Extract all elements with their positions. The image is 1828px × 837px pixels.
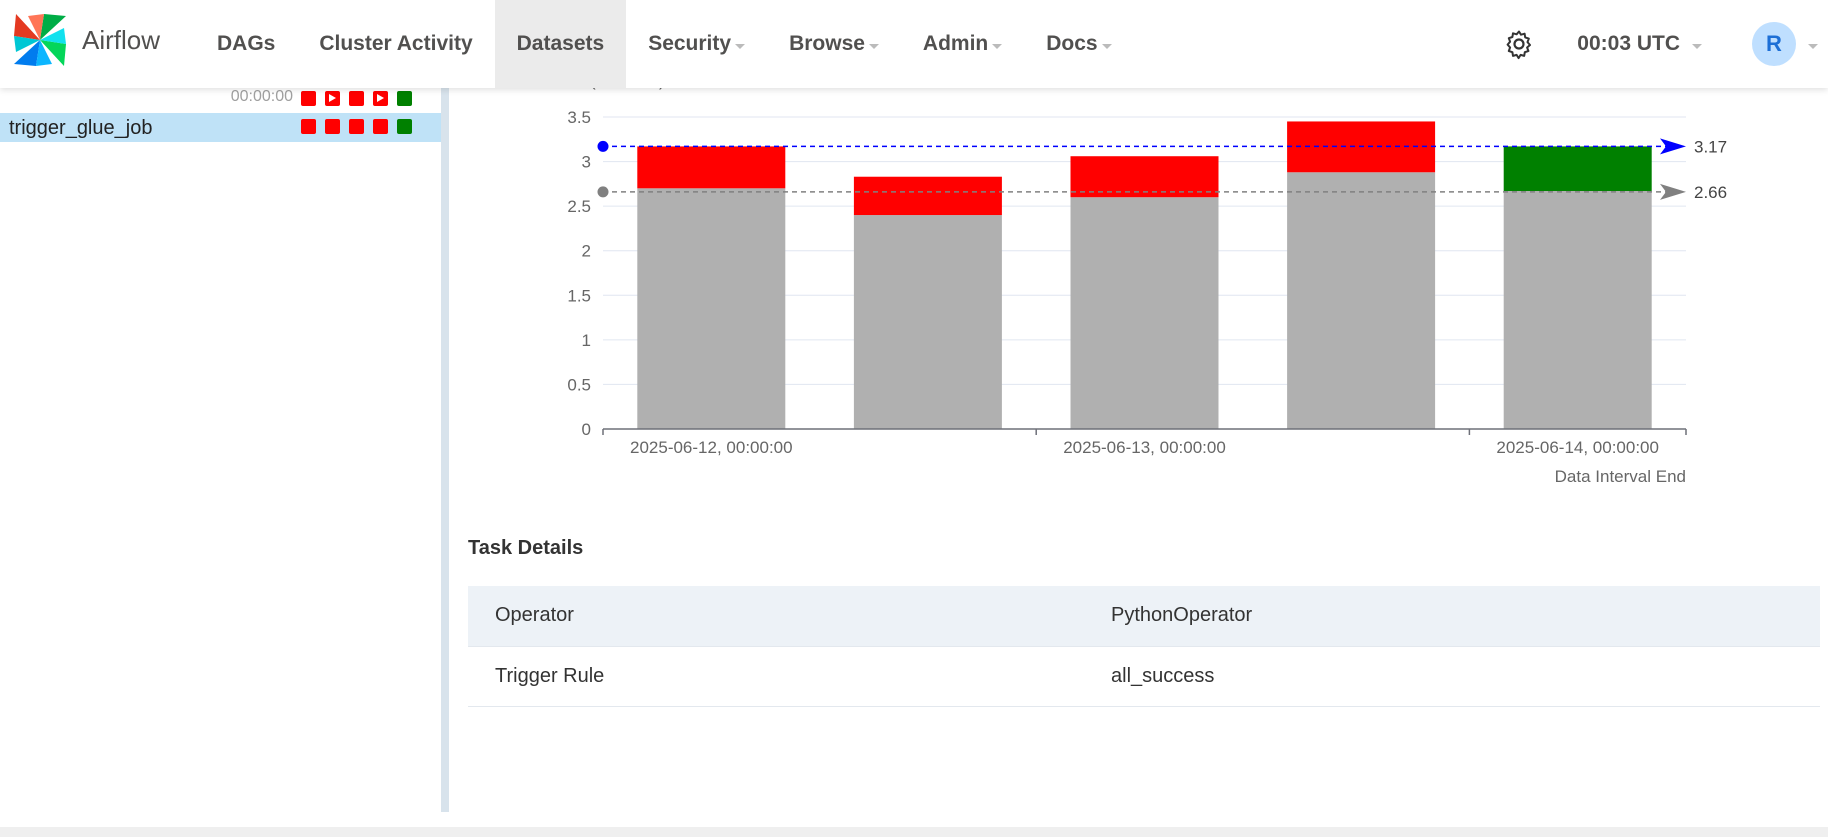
main-nav: DAGs Cluster Activity Datasets Security Brow… [195, 0, 1134, 88]
y-tick-label: 0.5 [567, 375, 591, 394]
nav-cluster-activity[interactable]: Cluster Activity [297, 0, 494, 88]
task-row-trigger-glue-job[interactable]: trigger_glue_job [0, 113, 441, 142]
task-details-table: Operator PythonOperator Trigger Rule all_su… [468, 586, 1820, 707]
bar-queued [1070, 197, 1219, 429]
bar-run [1070, 156, 1219, 198]
table-row: Trigger Rule all_success [468, 646, 1820, 707]
x-axis-label: Data Interval End [1555, 467, 1686, 486]
reference-start-dot [597, 140, 609, 152]
detail-key: Operator [468, 586, 1084, 647]
x-tick-label: 2025-06-13, 00:00:00 [1063, 438, 1226, 457]
task-instance-success[interactable] [397, 119, 412, 134]
y-tick-label: 3 [582, 153, 591, 172]
nav-label: Security [648, 32, 732, 55]
nav-label: Cluster Activity [319, 32, 473, 55]
bar-queued [1287, 172, 1436, 430]
table-row: Operator PythonOperator [468, 586, 1820, 647]
bar-run [1503, 146, 1652, 191]
nav-security[interactable]: Security [626, 0, 767, 88]
bar-run [853, 176, 1002, 216]
task-instance-failed[interactable] [301, 119, 316, 134]
bar-run [637, 146, 786, 189]
chevron-down-icon [1692, 43, 1702, 49]
y-tick-label: 3.5 [567, 108, 591, 127]
play-icon [329, 94, 336, 102]
task-instance-failed[interactable] [349, 91, 364, 106]
x-tick-label: 2025-06-14, 00:00:00 [1496, 438, 1659, 457]
airflow-pinwheel-icon [14, 14, 66, 66]
user-menu[interactable]: R [1752, 22, 1818, 66]
chevron-down-icon [868, 43, 879, 49]
reference-line-label: 2.66 [1694, 183, 1727, 202]
task-instance-failed[interactable] [373, 119, 388, 134]
y-tick-label: 2.5 [567, 197, 591, 216]
nav-label: Admin [922, 32, 989, 55]
chevron-down-icon [1101, 43, 1112, 49]
chevron-down-icon [735, 43, 746, 49]
reference-line-label: 3.17 [1694, 137, 1727, 156]
grid-tree-panel: 00:00:00 trigger_glue_job [0, 88, 441, 812]
y-tick-label: 1.5 [567, 286, 591, 305]
panel-resize-handle[interactable] [441, 88, 449, 812]
task-duration-chart: Duration (seconds) 0 0.5 1 1.5 2 2.5 3 3.5 2025-0… [521, 88, 1727, 486]
clock-time: 00:03 UTC [1577, 32, 1680, 55]
task-detail-panel: Duration (seconds) 0 0.5 1 1.5 2 2.5 3 3.5 2025-0… [449, 88, 1828, 812]
avatar: R [1752, 22, 1796, 66]
nav-browse[interactable]: Browse [767, 0, 901, 88]
reference-start-dot [597, 186, 609, 198]
y-tick-label: 1 [582, 331, 591, 350]
bar-queued [637, 188, 786, 429]
task-instance-success[interactable] [397, 91, 412, 106]
chevron-down-icon [1808, 43, 1818, 49]
task-instance-failed[interactable] [325, 119, 340, 134]
task-instance-upstream_failed[interactable] [325, 91, 340, 106]
detail-value: all_success [1084, 646, 1820, 707]
y-tick-label: 2 [582, 242, 591, 261]
play-icon [377, 94, 384, 102]
task-details-title: Task Details [468, 537, 584, 559]
nav-admin[interactable]: Admin [901, 0, 1024, 88]
chevron-down-icon [992, 43, 1003, 49]
brand-logo-link[interactable]: Airflow [12, 12, 160, 68]
task-name: trigger_glue_job [9, 117, 153, 139]
nav-label: Browse [789, 32, 865, 55]
y-axis-label: Duration (seconds) [521, 88, 665, 90]
detail-value: PythonOperator [1084, 586, 1820, 647]
x-tick-label: 2025-06-12, 00:00:00 [630, 438, 793, 457]
arrow-right-icon [1660, 183, 1686, 200]
nav-label: Docs [1046, 32, 1098, 55]
task-instance-failed[interactable] [301, 91, 316, 106]
run-time-label: 00:00:00 [230, 88, 293, 105]
task-instance-failed[interactable] [349, 119, 364, 134]
bar-queued [853, 215, 1002, 429]
detail-key: Trigger Rule [468, 646, 1084, 707]
nav-dags[interactable]: DAGs [195, 0, 297, 88]
top-navbar: Airflow DAGs Cluster Activity Datasets Secu… [0, 0, 1828, 88]
task-instance-upstream_failed[interactable] [373, 91, 388, 106]
y-tick-label: 0 [582, 420, 591, 439]
run-header-row: 00:00:00 [0, 88, 441, 114]
bottom-scrollbar[interactable] [0, 827, 1828, 837]
nav-label: DAGs [217, 32, 276, 55]
brand-name: Airflow [82, 24, 161, 55]
gear-icon[interactable] [1503, 28, 1535, 60]
bar-queued [1503, 190, 1652, 429]
nav-label: Datasets [516, 32, 605, 55]
nav-datasets[interactable]: Datasets [494, 0, 627, 88]
nav-docs[interactable]: Docs [1024, 0, 1133, 88]
utc-clock-dropdown[interactable]: 00:03 UTC [1577, 32, 1702, 56]
arrow-right-icon [1660, 138, 1686, 155]
